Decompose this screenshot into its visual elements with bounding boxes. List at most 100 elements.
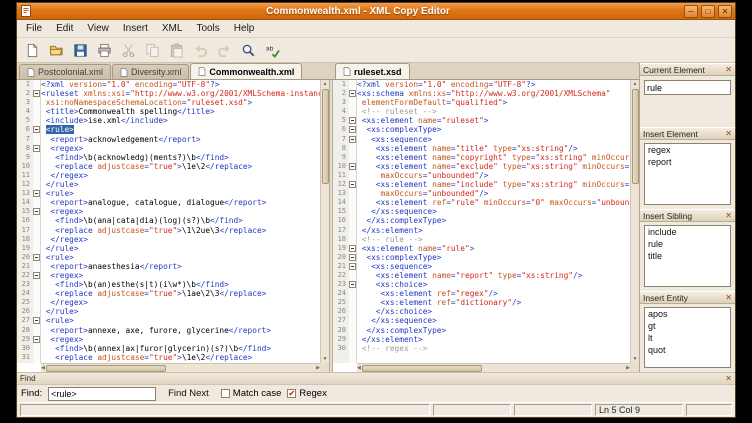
code-line[interactable]: 24 <xs:element ref="regex"/> bbox=[333, 289, 630, 298]
code-line[interactable]: 4 <!-- ruleset --> bbox=[333, 107, 630, 116]
close-panel-icon[interactable]: ✕ bbox=[725, 66, 732, 74]
code-line[interactable]: 5 <include>ise.xml</include> bbox=[17, 116, 320, 125]
code-line[interactable]: 6 <xs:complexType> bbox=[333, 125, 630, 134]
scroll-down-icon[interactable]: ▼ bbox=[323, 355, 328, 363]
code-line[interactable]: 15 <regex> bbox=[17, 207, 320, 216]
toolbar-button-redo[interactable] bbox=[213, 40, 235, 61]
list-item[interactable]: rule bbox=[645, 238, 730, 250]
fold-toggle-icon[interactable] bbox=[349, 136, 356, 143]
code-line[interactable]: 30 <find>\b(annex|ax|furor|glycerin)(s?)… bbox=[17, 344, 320, 353]
code-area[interactable]: 1<?xml version="1.0" encoding="UTF-8"?>2… bbox=[333, 80, 630, 363]
code-line[interactable]: 25 <xs:element ref="dictionary"/> bbox=[333, 298, 630, 307]
code-line[interactable]: 26 </xs:choice> bbox=[333, 307, 630, 316]
fold-toggle-icon[interactable] bbox=[33, 317, 40, 324]
code-line[interactable]: 18 <!-- rule --> bbox=[333, 235, 630, 244]
code-line[interactable]: 2<xs:schema xmlns:xs="http://www.w3.org/… bbox=[333, 89, 630, 98]
code-area[interactable]: 1<?xml version="1.0" encoding="UTF-8"?> 2… bbox=[17, 80, 320, 363]
code-line[interactable]: 20 <rule> bbox=[17, 253, 320, 262]
code-line[interactable]: 23 <find>\b(an)esthe(s|t)(i\w*)\b</find> bbox=[17, 280, 320, 289]
fold-toggle-icon[interactable] bbox=[349, 126, 356, 133]
current-element-input[interactable] bbox=[644, 80, 731, 95]
list-item[interactable]: regex bbox=[645, 144, 730, 156]
fold-toggle-icon[interactable] bbox=[349, 281, 356, 288]
code-line[interactable]: 22 <xs:element name="report" type="xs:st… bbox=[333, 271, 630, 280]
code-line[interactable]: 10 <xs:element name="exclude" type="xs:s… bbox=[333, 162, 630, 171]
code-line[interactable]: 22 <regex> bbox=[17, 271, 320, 280]
scroll-down-icon[interactable]: ▼ bbox=[633, 355, 638, 363]
menu-item[interactable]: Insert bbox=[116, 21, 155, 36]
code-line[interactable]: 15 </xs:sequence> bbox=[333, 207, 630, 216]
code-line[interactable]: 9 <xs:element name="copyright" type="xs:… bbox=[333, 153, 630, 162]
toolbar-button-copy[interactable] bbox=[141, 40, 163, 61]
code-line[interactable]: 29 </xs:element> bbox=[333, 335, 630, 344]
code-line[interactable]: 21 <xs:sequence> bbox=[333, 262, 630, 271]
fold-toggle-icon[interactable] bbox=[33, 254, 40, 261]
find-next-button[interactable]: Find Next bbox=[162, 387, 215, 400]
toolbar-button-cut[interactable] bbox=[117, 40, 139, 61]
code-line[interactable]: 12 </rule> bbox=[17, 180, 320, 189]
code-line[interactable]: 12 <xs:element name="include" type="xs:s… bbox=[333, 180, 630, 189]
vertical-scrollbar[interactable]: ▲ ▼ bbox=[320, 80, 329, 363]
code-line[interactable]: 21 <report>anaesthesia</report> bbox=[17, 262, 320, 271]
code-line[interactable]: 14 <xs:element ref="rule" minOccurs="0" … bbox=[333, 198, 630, 207]
code-line[interactable]: 28 <report>annexe, axe, furore, glycerin… bbox=[17, 326, 320, 335]
fold-toggle-icon[interactable] bbox=[349, 181, 356, 188]
editor-tab[interactable]: Postcolonial.xml bbox=[19, 64, 111, 79]
fold-toggle-icon[interactable] bbox=[349, 163, 356, 170]
fold-toggle-icon[interactable] bbox=[33, 190, 40, 197]
code-line[interactable]: 6 <rule> bbox=[17, 125, 320, 134]
code-line[interactable]: 11 maxOccurs="unbounded"/> bbox=[333, 171, 630, 180]
code-line[interactable]: 5 <xs:element name="ruleset"> bbox=[333, 116, 630, 125]
code-line[interactable]: 1<?xml version="1.0" encoding="UTF-8"?> bbox=[17, 80, 320, 89]
menu-item[interactable]: Edit bbox=[49, 21, 80, 36]
code-line[interactable]: 7 <report>acknowledgement</report> bbox=[17, 135, 320, 144]
code-line[interactable]: 3 elementFormDefault="qualified"> bbox=[333, 98, 630, 107]
code-line[interactable]: 31 <replace adjustcase="true">\1e\2</rep… bbox=[17, 353, 320, 362]
toolbar-button-check-spelling[interactable]: ab bbox=[261, 40, 283, 61]
vertical-scrollbar[interactable]: ▲ ▼ bbox=[630, 80, 639, 363]
toolbar-button-save[interactable] bbox=[69, 40, 91, 61]
list-item[interactable]: gt bbox=[645, 320, 730, 332]
editor-ruleset-xsd[interactable]: 1<?xml version="1.0" encoding="UTF-8"?>2… bbox=[333, 80, 639, 372]
code-line[interactable]: 20 <xs:complexType> bbox=[333, 253, 630, 262]
code-line[interactable]: 26 </rule> bbox=[17, 307, 320, 316]
toolbar-button-paste[interactable] bbox=[165, 40, 187, 61]
code-line[interactable]: 1<?xml version="1.0" encoding="UTF-8"?> bbox=[333, 80, 630, 89]
code-line[interactable]: 13 <rule> bbox=[17, 189, 320, 198]
list-item[interactable]: apos bbox=[645, 308, 730, 320]
list-item[interactable]: quot bbox=[645, 344, 730, 356]
code-line[interactable]: 9 <find>\b(acknowledg)(ments?)\b</find> bbox=[17, 153, 320, 162]
match-case-checkbox[interactable]: Match case bbox=[221, 388, 282, 399]
toolbar-button-find[interactable] bbox=[237, 40, 259, 61]
code-line[interactable]: 7 <xs:sequence> bbox=[333, 135, 630, 144]
close-panel-icon[interactable]: ✕ bbox=[725, 212, 732, 220]
code-line[interactable]: 10 <replace adjustcase="true">\1e\2</rep… bbox=[17, 162, 320, 171]
fold-toggle-icon[interactable] bbox=[33, 126, 40, 133]
code-line[interactable]: 17 <replace adjustcase="true">\1\2ue\3</… bbox=[17, 226, 320, 235]
minimize-button[interactable]: ─ bbox=[684, 5, 698, 18]
code-line[interactable]: 14 <report>analogue, catalogue, dialogue… bbox=[17, 198, 320, 207]
list-item[interactable]: lt bbox=[645, 332, 730, 344]
horizontal-scrollbar[interactable]: ◀ ▶ bbox=[357, 363, 630, 372]
fold-toggle-icon[interactable] bbox=[33, 90, 40, 97]
scroll-up-icon[interactable]: ▲ bbox=[633, 80, 638, 88]
editor-tab[interactable]: Diversity.xml bbox=[112, 64, 189, 79]
scrollbar-thumb[interactable] bbox=[632, 89, 639, 184]
code-line[interactable]: 19 <xs:element name="rule"> bbox=[333, 244, 630, 253]
toolbar-button-new-document[interactable] bbox=[21, 40, 43, 61]
menu-item[interactable]: Tools bbox=[189, 21, 226, 36]
code-line[interactable]: 16 <find>\b(ana|cata|dia)(log)(s?)\b</fi… bbox=[17, 216, 320, 225]
menu-item[interactable]: Help bbox=[227, 21, 262, 36]
close-panel-icon[interactable]: ✕ bbox=[725, 294, 732, 302]
code-line[interactable]: 30 <!-- regex --> bbox=[333, 344, 630, 353]
toolbar-button-print[interactable] bbox=[93, 40, 115, 61]
fold-toggle-icon[interactable] bbox=[349, 117, 356, 124]
code-line[interactable]: 23 <xs:choice> bbox=[333, 280, 630, 289]
code-line[interactable]: 3 xsi:noNamespaceSchemaLocation="ruleset… bbox=[17, 98, 320, 107]
list-item[interactable]: include bbox=[645, 226, 730, 238]
code-line[interactable]: 24 <replace adjustcase="true">\1ae\2\3</… bbox=[17, 289, 320, 298]
code-line[interactable]: 25 </regex> bbox=[17, 298, 320, 307]
close-button[interactable]: ✕ bbox=[718, 5, 732, 18]
list-item[interactable]: title bbox=[645, 250, 730, 262]
code-line[interactable]: 17 </xs:element> bbox=[333, 226, 630, 235]
